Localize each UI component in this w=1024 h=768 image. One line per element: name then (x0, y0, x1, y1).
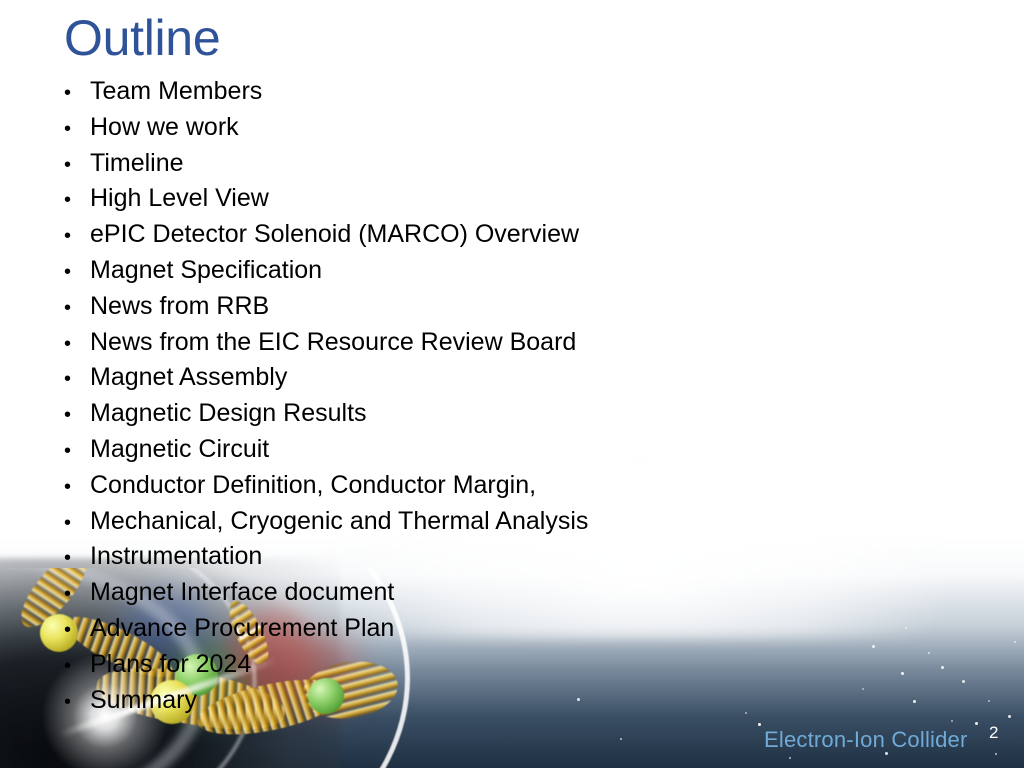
list-item: • ePIC Detector Solenoid (MARCO) Overvie… (64, 217, 944, 253)
list-item: • High Level View (64, 181, 944, 217)
list-item-label: ePIC Detector Solenoid (MARCO) Overview (90, 220, 580, 249)
list-item: • Summary (64, 683, 944, 719)
bullet-dot-icon: • (64, 82, 72, 104)
star-icon (1008, 715, 1011, 718)
list-item-label: Team Members (90, 77, 263, 105)
list-item-label: Conductor Definition, Conductor Margin, (90, 470, 537, 499)
bullet-dot-icon: • (64, 690, 72, 713)
list-item-label: High Level View (90, 184, 269, 213)
list-item: • Mechanical, Cryogenic and Thermal Anal… (64, 504, 944, 540)
list-item-label: Advance Procurement Plan (90, 613, 395, 642)
bullet-dot-icon: • (64, 153, 72, 176)
presentation-slide: Outline • Team Members • How we work • T… (0, 0, 1024, 768)
bullet-dot-icon: • (64, 260, 72, 283)
bullet-dot-icon: • (64, 583, 72, 606)
bullet-dot-icon: • (64, 654, 72, 677)
list-item: • How we work (64, 110, 944, 146)
star-icon (975, 722, 978, 725)
list-item: • Plans for 2024 (64, 647, 944, 683)
bullet-dot-icon: • (64, 511, 72, 534)
list-item: • Advance Procurement Plan (64, 611, 944, 647)
list-item-label: Instrumentation (90, 542, 263, 571)
star-icon (951, 720, 953, 722)
bullet-dot-icon: • (64, 225, 72, 248)
list-item-label: Magnet Assembly (90, 363, 288, 392)
star-icon (988, 700, 990, 702)
list-item: • Conductor Definition, Conductor Margin… (64, 468, 944, 504)
bullet-dot-icon: • (64, 475, 72, 498)
list-item: • Magnet Interface document (64, 575, 944, 611)
list-item-label: Magnetic Design Results (90, 399, 367, 428)
list-item-label: Timeline (90, 148, 184, 177)
list-item: • Magnetic Circuit (64, 432, 944, 468)
bullet-dot-icon: • (64, 117, 72, 140)
star-icon (758, 723, 761, 726)
list-item-label: Plans for 2024 (90, 649, 252, 678)
bullet-dot-icon: • (64, 189, 72, 212)
list-item-label: Magnet Interface document (90, 578, 395, 607)
list-item: • Team Members (64, 74, 944, 110)
list-item: • Magnet Specification (64, 253, 944, 289)
list-item: • Magnet Assembly (64, 360, 944, 396)
bullet-dot-icon: • (64, 332, 72, 355)
bullet-dot-icon: • (64, 404, 72, 427)
bullet-dot-icon: • (64, 296, 72, 319)
star-icon (789, 757, 791, 759)
bullet-dot-icon: • (64, 368, 72, 391)
list-item-label: How we work (90, 112, 239, 141)
list-item: • Instrumentation (64, 539, 944, 575)
list-item-label: Summary (90, 685, 197, 714)
star-icon (1014, 641, 1016, 643)
page-number: 2 (989, 723, 999, 742)
bullet-dot-icon: • (64, 439, 72, 462)
list-item-label: Mechanical, Cryogenic and Thermal Analys… (90, 506, 589, 535)
outline-bullet-list: • Team Members • How we work • Timeline … (64, 74, 944, 718)
star-icon (962, 680, 965, 683)
list-item: • News from the EIC Resource Review Boar… (64, 325, 944, 361)
list-item: • Magnetic Design Results (64, 396, 944, 432)
list-item-label: News from the EIC Resource Review Board (90, 327, 577, 356)
list-item-label: Magnet Specification (90, 255, 323, 284)
star-icon (620, 738, 622, 740)
footer-brand-label: Electron-Ion Collider (764, 727, 968, 752)
list-item-label: Magnetic Circuit (90, 434, 270, 463)
bullet-dot-icon: • (64, 618, 72, 641)
page-title: Outline (64, 10, 221, 66)
list-item: • News from RRB (64, 289, 944, 325)
list-item: • Timeline (64, 146, 944, 182)
bullet-dot-icon: • (64, 547, 72, 570)
list-item-label: News from RRB (90, 291, 270, 320)
star-icon (995, 753, 997, 755)
